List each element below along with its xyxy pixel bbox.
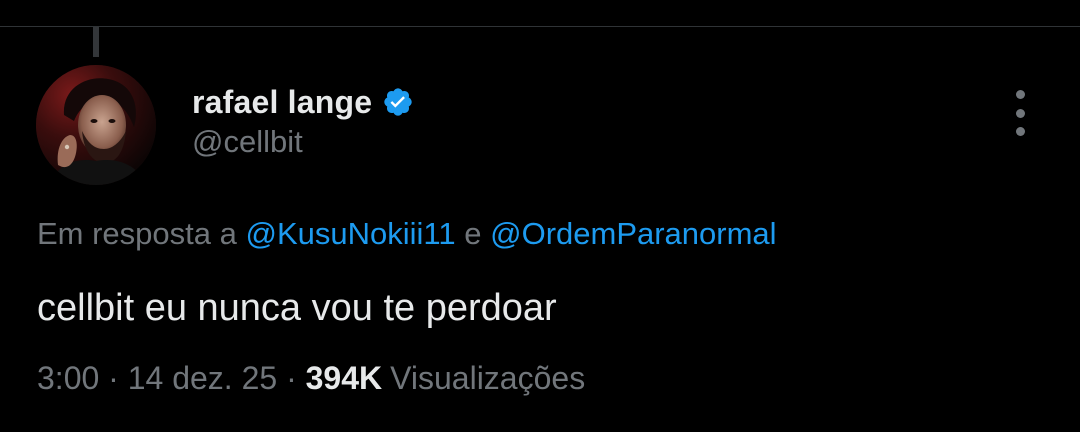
thread-connector-line (93, 27, 99, 57)
reply-context: Em resposta a @KusuNokiii11 e @OrdemPara… (37, 216, 777, 252)
mention-link[interactable]: @KusuNokiii11 (246, 216, 456, 251)
more-vertical-icon-dot (1015, 108, 1025, 118)
reply-conjunction: e (464, 216, 482, 251)
display-name[interactable]: rafael lange (192, 84, 372, 121)
more-options-button[interactable] (1002, 90, 1038, 136)
mention-link[interactable]: @OrdemParanormal (490, 216, 776, 251)
verified-badge-icon[interactable] (382, 86, 414, 118)
views-label[interactable]: Visualizações (390, 360, 585, 396)
top-divider (0, 26, 1080, 27)
more-vertical-icon-dot (1015, 127, 1025, 136)
more-vertical-icon (1015, 90, 1025, 99)
tweet-text: cellbit eu nunca vou te perdoar (37, 287, 557, 329)
author-name-row[interactable]: rafael lange (192, 80, 414, 124)
author-handle[interactable]: @cellbit (192, 124, 303, 160)
meta-separator: · (286, 360, 297, 396)
tweet-meta: 3:00 · 14 dez. 25 · 394K Visualizações (37, 360, 585, 397)
tweet-date[interactable]: 14 dez. 25 (128, 360, 277, 396)
meta-separator: · (108, 360, 119, 396)
reply-prefix: Em resposta a (37, 216, 237, 251)
tweet-time[interactable]: 3:00 (37, 360, 99, 396)
avatar[interactable] (36, 65, 156, 185)
views-count[interactable]: 394K (306, 360, 383, 396)
profile-photo (36, 65, 156, 185)
